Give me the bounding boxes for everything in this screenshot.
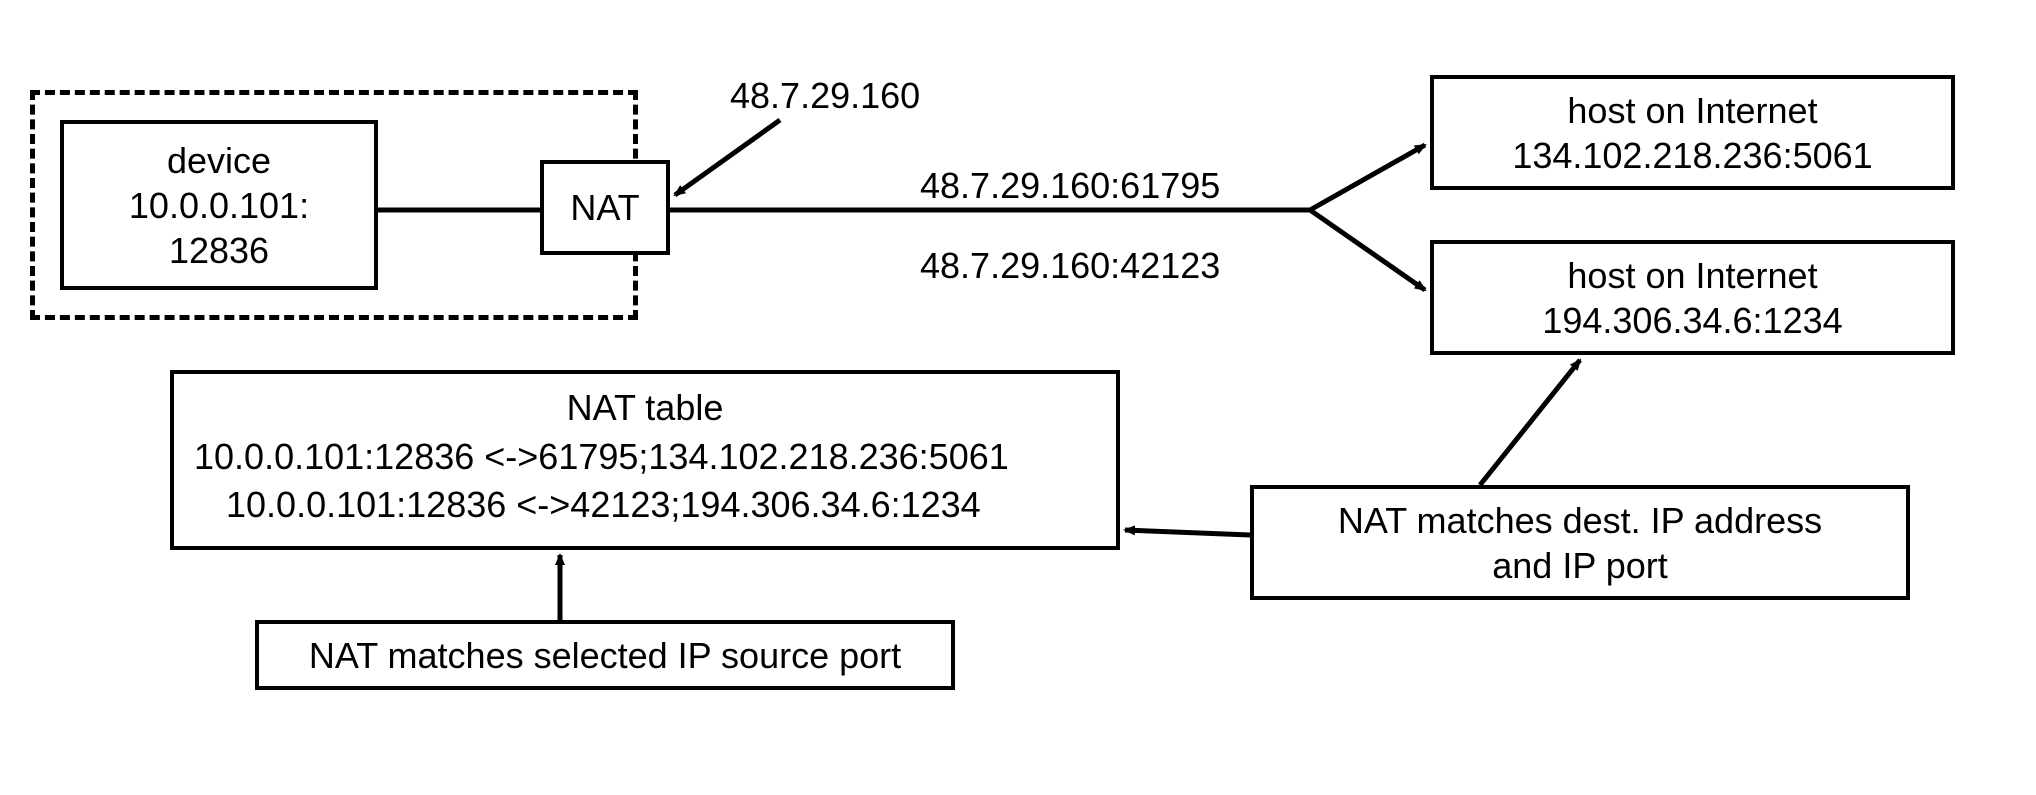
- nat-label: NAT: [570, 185, 639, 230]
- device-ip: 10.0.0.101:: [129, 183, 309, 228]
- annotation-source-port-text: NAT matches selected IP source port: [309, 633, 901, 678]
- device-port: 12836: [169, 228, 269, 273]
- device-label: device: [167, 138, 271, 183]
- diagram-canvas: device 10.0.0.101: 12836 NAT 48.7.29.160…: [0, 0, 2036, 795]
- host2-line2: 194.306.34.6:1234: [1542, 298, 1842, 343]
- flow-bottom-label: 48.7.29.160:42123: [920, 245, 1220, 287]
- annotation-dest-line1: NAT matches dest. IP address: [1338, 498, 1822, 543]
- host1-box: host on Internet 134.102.218.236:5061: [1430, 75, 1955, 190]
- nat-table-box: NAT table 10.0.0.101:12836 <->61795;134.…: [170, 370, 1120, 550]
- annotation-dest-line2: and IP port: [1492, 543, 1667, 588]
- nat-public-ip: 48.7.29.160: [730, 75, 920, 117]
- host2-box: host on Internet 194.306.34.6:1234: [1430, 240, 1955, 355]
- host1-line2: 134.102.218.236:5061: [1512, 133, 1872, 178]
- annotation-source-port: NAT matches selected IP source port: [255, 620, 955, 690]
- nat-table-title: NAT table: [194, 384, 1096, 433]
- nat-table-row2: 10.0.0.101:12836 <->42123;194.306.34.6:1…: [194, 481, 1096, 530]
- host1-line1: host on Internet: [1567, 88, 1817, 133]
- device-box: device 10.0.0.101: 12836: [60, 120, 378, 290]
- flow-top-label: 48.7.29.160:61795: [920, 165, 1220, 207]
- annotation-dest: NAT matches dest. IP address and IP port: [1250, 485, 1910, 600]
- nat-box: NAT: [540, 160, 670, 255]
- host2-line1: host on Internet: [1567, 253, 1817, 298]
- nat-table-row1: 10.0.0.101:12836 <->61795;134.102.218.23…: [194, 433, 1096, 482]
